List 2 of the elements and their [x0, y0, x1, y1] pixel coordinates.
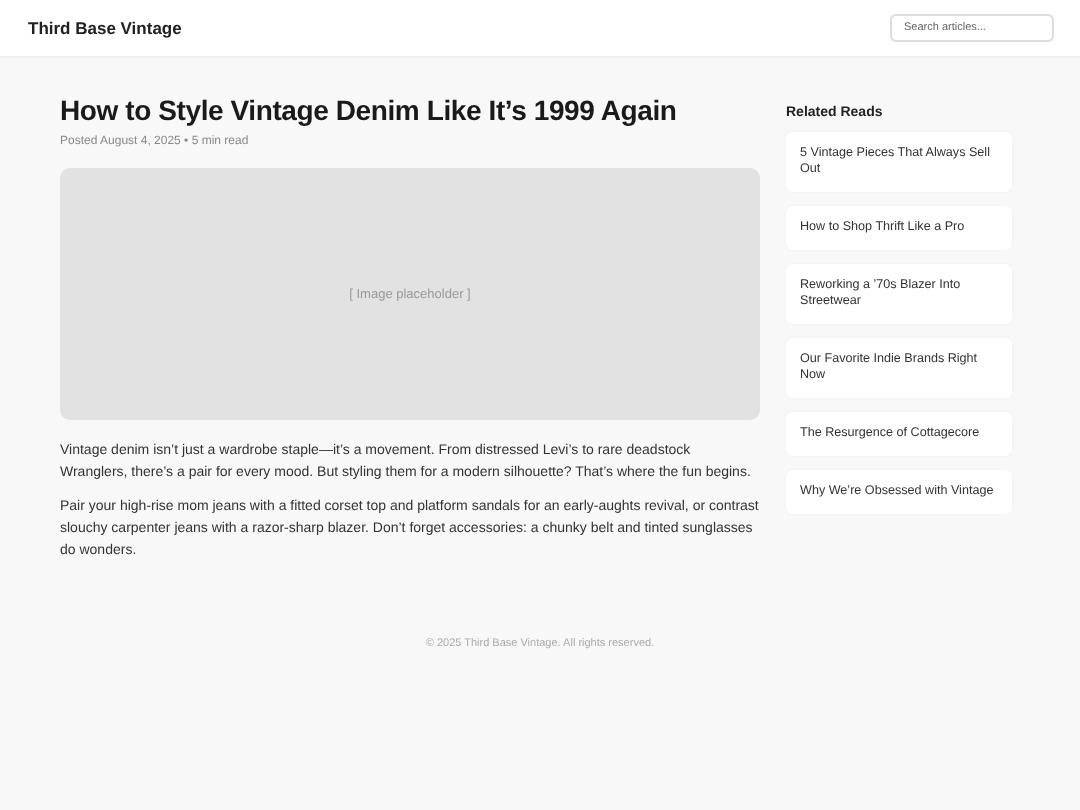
- site-brand: Third Base Vintage: [28, 18, 182, 38]
- article-title: How to Style Vintage Denim Like It’s 1999 Again: [60, 94, 679, 128]
